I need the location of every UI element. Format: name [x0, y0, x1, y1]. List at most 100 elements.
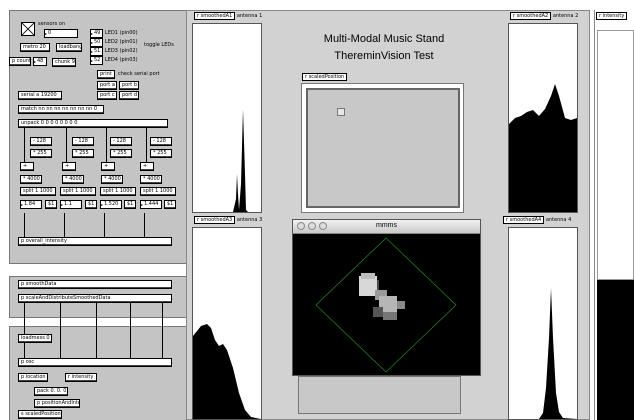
- patch-cord: [66, 128, 67, 162]
- chunk-object[interactable]: chunk 9: [52, 58, 76, 67]
- metro-object[interactable]: metro 20: [20, 43, 50, 52]
- intensity-level-bar: [597, 280, 634, 420]
- dollar1-message-1[interactable]: $1: [45, 200, 57, 209]
- value-number-2[interactable]: 1.1: [60, 200, 82, 209]
- a4-receive[interactable]: r smoothedA4: [503, 216, 545, 224]
- patch-cord: [64, 213, 65, 237]
- minus-object-1[interactable]: - 128: [30, 137, 52, 146]
- patch-cord: [144, 213, 145, 237]
- serial-object[interactable]: serial a 19200: [18, 91, 62, 100]
- sensors-label: sensors on: [38, 21, 65, 27]
- osc-object[interactable]: p osc: [18, 358, 172, 367]
- a1-receive[interactable]: r smoothedA1: [194, 12, 236, 20]
- mmms-titlebar[interactable]: mmms: [293, 220, 480, 234]
- loadmess-object[interactable]: loadmess 0: [18, 334, 52, 343]
- min-object-1[interactable]: * 4000: [20, 175, 42, 184]
- mult-object-2[interactable]: * 255: [72, 149, 94, 158]
- x-icon: [21, 22, 35, 36]
- port-c-message[interactable]: port c: [97, 91, 117, 100]
- lower-pad: [298, 376, 461, 414]
- min-object-4[interactable]: * 4000: [140, 175, 162, 184]
- antenna-3-graph[interactable]: [192, 227, 262, 420]
- plus-object-3[interactable]: +: [101, 162, 115, 171]
- antenna-1-waveform: [193, 109, 261, 212]
- position-pad[interactable]: [306, 88, 460, 208]
- patch-cord: [104, 213, 105, 237]
- minus-object-4[interactable]: - 128: [150, 137, 172, 146]
- led3-number[interactable]: 51: [90, 47, 103, 56]
- thermal-view: [315, 237, 457, 373]
- patch-cord: [60, 303, 61, 358]
- mmms-window[interactable]: mmms: [292, 219, 481, 376]
- led1-number[interactable]: 49: [90, 29, 103, 38]
- value-number-1[interactable]: 1.84: [20, 200, 42, 209]
- mult-object-3[interactable]: * 255: [110, 149, 132, 158]
- scaled-position-send[interactable]: s scaledPosition: [18, 410, 62, 419]
- count-object[interactable]: p count: [9, 57, 31, 66]
- dollar1-message-2[interactable]: $1: [85, 200, 97, 209]
- a2-receive[interactable]: r smoothedA2: [510, 12, 552, 20]
- min-object-2[interactable]: * 4000: [62, 175, 84, 184]
- min-object-3[interactable]: * 4000: [101, 175, 123, 184]
- sensors-number[interactable]: 0: [44, 29, 78, 38]
- r-intensity-object[interactable]: r intensity: [65, 373, 97, 382]
- plus-object-2[interactable]: +: [62, 162, 76, 171]
- value-number-3[interactable]: 1.520: [100, 200, 122, 209]
- split-object-3[interactable]: split 1 1000: [100, 187, 136, 196]
- title-line-1: Multi-Modal Music Stand: [323, 33, 445, 45]
- position-intensity-object[interactable]: p positionAndIntensity: [34, 399, 80, 408]
- antenna-1-graph[interactable]: [192, 23, 262, 213]
- mult-object-4[interactable]: * 255: [150, 149, 172, 158]
- scaled-position-header: r scaledPosition: [302, 73, 348, 81]
- a3-receive[interactable]: r smoothedA3: [194, 216, 236, 224]
- antenna-4-waveform: [509, 288, 577, 419]
- led3-label: LED3 (pin02): [105, 48, 138, 54]
- antenna-2-waveform: [509, 84, 577, 212]
- smoothdata-object[interactable]: p smoothData: [18, 280, 172, 289]
- mult-object-1[interactable]: * 255: [30, 149, 52, 158]
- sensors-toggle[interactable]: [21, 22, 35, 36]
- port-b-message[interactable]: port b: [119, 81, 139, 90]
- match-object[interactable]: match nn nn nn nn nn nn nn 0: [18, 105, 104, 114]
- count-number[interactable]: 48: [33, 57, 47, 66]
- plus-object-4[interactable]: +: [140, 162, 154, 171]
- patch-cord: [24, 213, 25, 237]
- a3-header: r smoothedA3 antenna 3: [194, 216, 263, 224]
- check-serial-label: check serial port: [118, 71, 160, 77]
- led4-number[interactable]: 52: [90, 56, 103, 65]
- antenna-4-graph[interactable]: [508, 227, 578, 420]
- unpack-object[interactable]: unpack 0 0 0 0 0 0 0 0: [18, 119, 168, 128]
- location-object[interactable]: p location: [18, 373, 48, 382]
- minus-object-3[interactable]: - 128: [110, 137, 132, 146]
- value-number-4[interactable]: 1.444: [140, 200, 162, 209]
- plus-object-1[interactable]: +: [20, 162, 34, 171]
- dollar1-message-4[interactable]: $1: [164, 200, 176, 209]
- toggle-leds-label: toggle LEDs: [144, 42, 174, 48]
- port-a-message[interactable]: port a: [97, 81, 117, 90]
- split-object-2[interactable]: split 1 1000: [60, 187, 96, 196]
- led2-label: LED2 (pin01): [105, 39, 138, 45]
- patch-cord: [106, 128, 107, 162]
- port-d-message[interactable]: port d: [119, 91, 139, 100]
- scale-distribute-object[interactable]: p scaleAndDistributeSmoothedData: [18, 294, 172, 303]
- a4-header: r smoothedA4 antenna 4: [503, 216, 571, 224]
- intensity-receive[interactable]: r intensity: [596, 12, 628, 20]
- led2-number[interactable]: 50: [90, 38, 103, 47]
- position-knob[interactable]: [337, 108, 345, 116]
- patch-cord: [24, 128, 25, 162]
- loadbang-object[interactable]: loadbang: [56, 43, 82, 52]
- intensity-graph-area[interactable]: [597, 30, 634, 280]
- a3-label: antenna 3: [236, 217, 263, 223]
- antenna-2-graph[interactable]: [508, 23, 578, 213]
- patch-cord: [24, 303, 25, 358]
- dollar1-message-3[interactable]: $1: [124, 200, 136, 209]
- print-message[interactable]: print: [97, 70, 115, 79]
- patch-cord: [162, 303, 163, 358]
- minus-object-2[interactable]: - 128: [72, 137, 94, 146]
- max-patch-canvas: sensors on 0 metro 20 loadbang p count 4…: [0, 0, 634, 420]
- split-object-1[interactable]: split 1 1000: [20, 187, 56, 196]
- pack-object[interactable]: pack 0. 0. 0.: [34, 387, 68, 396]
- scaled-position-receive[interactable]: r scaledPosition: [302, 73, 348, 81]
- split-object-4[interactable]: split 1 1000: [140, 187, 176, 196]
- overall-intensity-object[interactable]: p overall_intensity: [18, 237, 172, 246]
